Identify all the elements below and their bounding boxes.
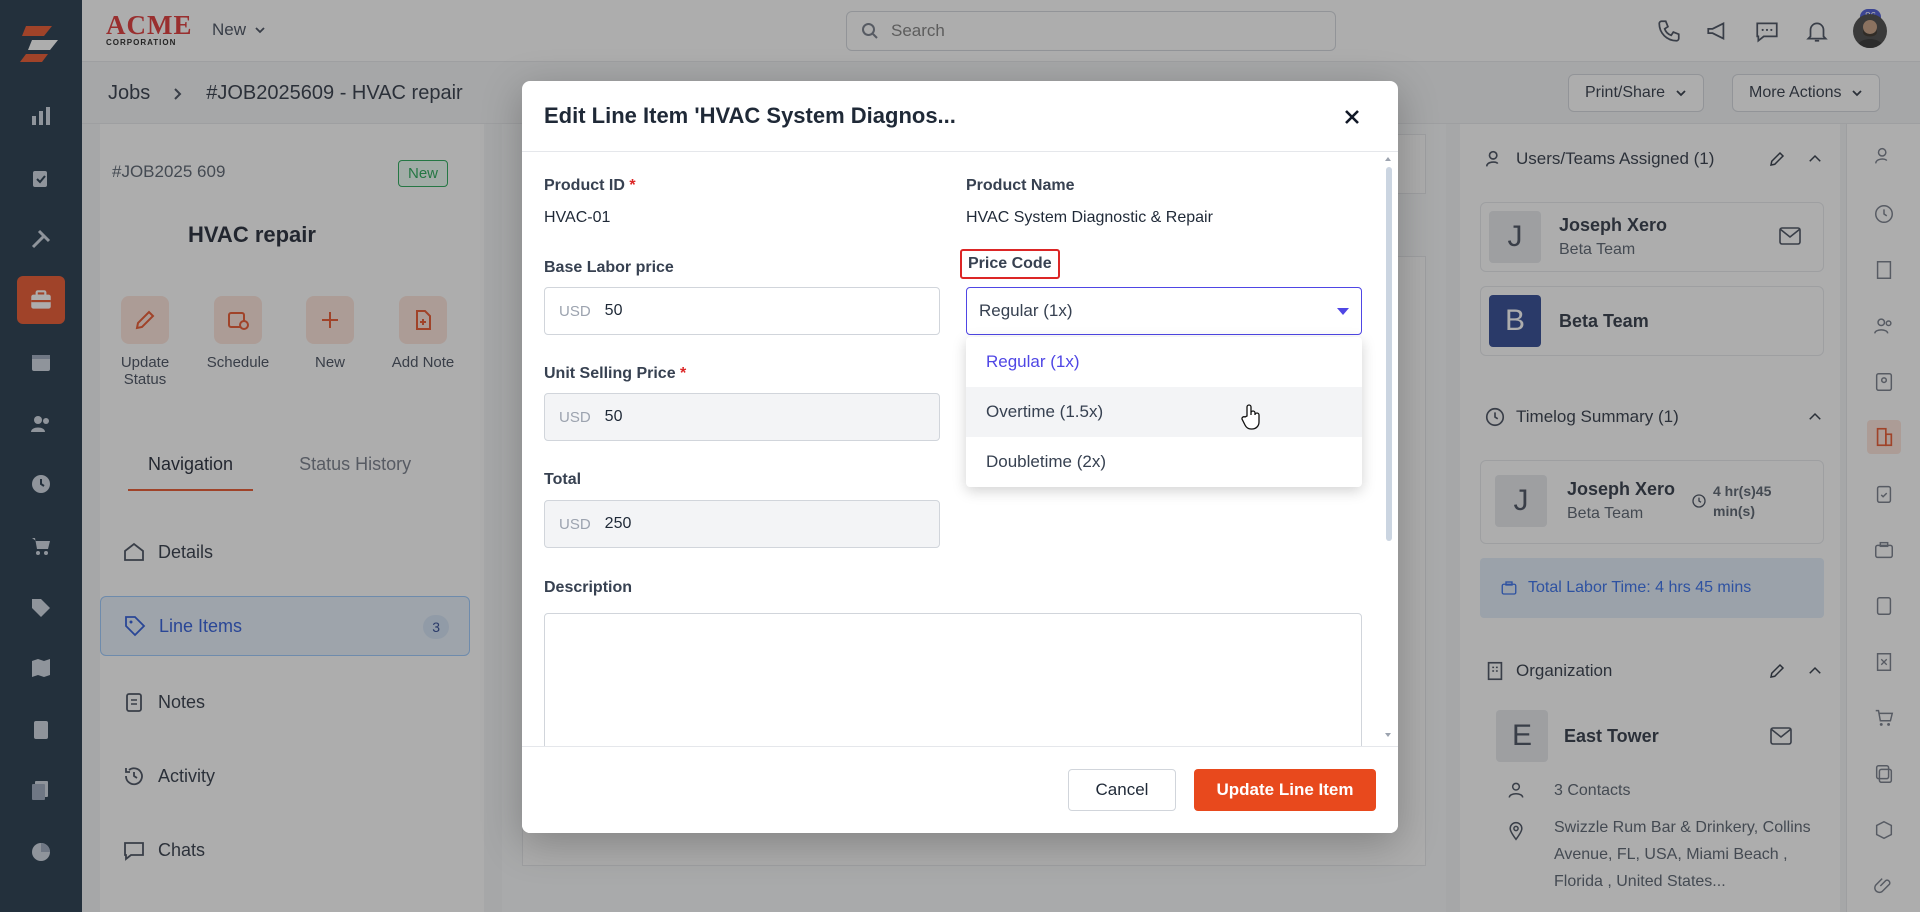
hand-cursor-icon bbox=[1240, 404, 1262, 430]
total-label: Total bbox=[544, 471, 582, 488]
base-labor-label: Base Labor price bbox=[544, 259, 674, 276]
currency-prefix: USD bbox=[559, 302, 591, 320]
unit-price-label: Unit Selling Price * bbox=[544, 365, 687, 382]
unit-price-input[interactable]: USD 50 bbox=[544, 393, 940, 441]
description-label: Description bbox=[544, 579, 633, 596]
option-regular[interactable]: Regular (1x) bbox=[966, 337, 1362, 387]
currency-prefix: USD bbox=[559, 515, 591, 533]
option-overtime[interactable]: Overtime (1.5x) bbox=[966, 387, 1362, 437]
product-name-label: Product Name bbox=[966, 177, 1075, 194]
base-labor-input[interactable]: USD 50 bbox=[544, 287, 940, 335]
total-input[interactable]: USD 250 bbox=[544, 500, 940, 548]
product-id-value: HVAC-01 bbox=[544, 209, 611, 226]
currency-prefix: USD bbox=[559, 408, 591, 426]
close-icon[interactable] bbox=[1336, 101, 1368, 133]
modal-title: Edit Line Item 'HVAC System Diagnos... bbox=[544, 103, 956, 128]
update-line-item-button[interactable]: Update Line Item bbox=[1194, 769, 1376, 811]
price-code-select[interactable]: Regular (1x) bbox=[966, 287, 1362, 335]
dropdown-caret-icon bbox=[1337, 308, 1349, 315]
modal-header-divider bbox=[522, 151, 1398, 152]
modal-footer: Cancel Update Line Item bbox=[522, 746, 1398, 833]
product-id-label: Product ID * bbox=[544, 177, 636, 194]
price-code-label: Price Code bbox=[960, 249, 1060, 279]
price-code-dropdown: Regular (1x) Overtime (1.5x) Doubletime … bbox=[966, 337, 1362, 487]
option-doubletime[interactable]: Doubletime (2x) bbox=[966, 437, 1362, 487]
modal-scrollbar-thumb[interactable] bbox=[1386, 167, 1392, 541]
cancel-button[interactable]: Cancel bbox=[1068, 769, 1176, 811]
product-name-value: HVAC System Diagnostic & Repair bbox=[966, 209, 1213, 226]
description-textarea[interactable] bbox=[544, 613, 1362, 763]
edit-line-item-modal: Edit Line Item 'HVAC System Diagnos... P… bbox=[522, 81, 1398, 833]
